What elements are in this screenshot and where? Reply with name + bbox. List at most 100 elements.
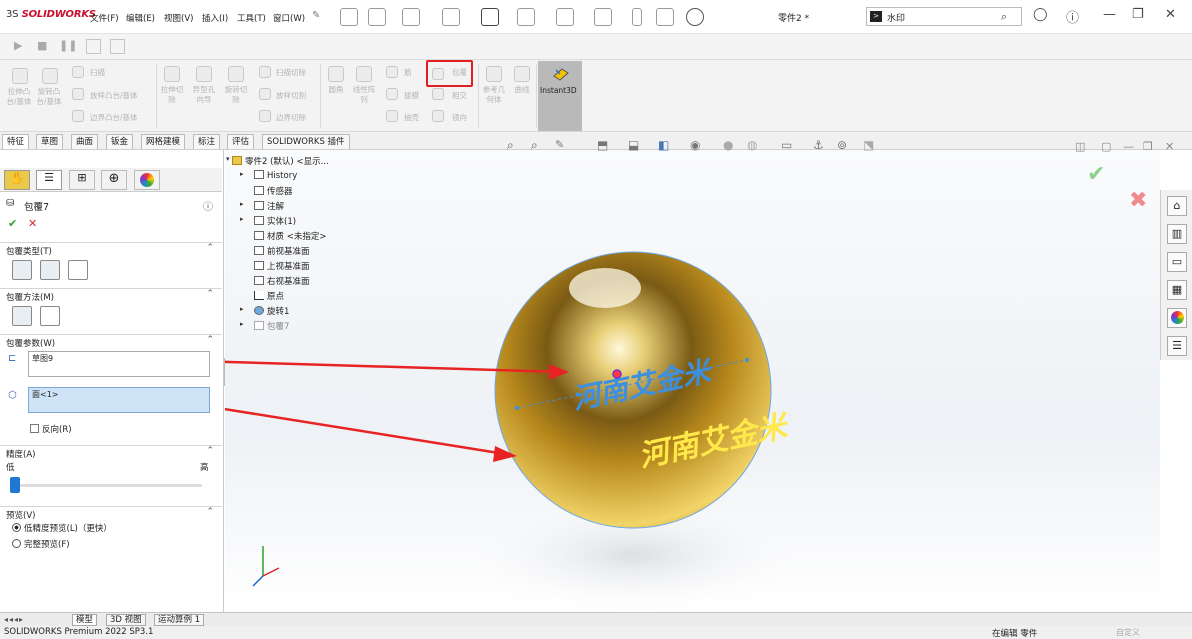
rib-icon[interactable]: [386, 66, 398, 78]
accuracy-header[interactable]: 精度(A) ⌃: [0, 445, 222, 460]
design-library-icon[interactable]: ▥: [1167, 224, 1187, 244]
undo-icon[interactable]: [517, 8, 535, 26]
mirror-label[interactable]: 镜向: [452, 113, 467, 123]
select-icon[interactable]: [594, 8, 612, 26]
shell-icon[interactable]: [386, 110, 398, 122]
mirror-icon[interactable]: [432, 110, 444, 122]
lofted-cut-icon[interactable]: [259, 88, 271, 100]
tab-model[interactable]: 模型: [72, 614, 98, 626]
minimize-icon[interactable]: —: [1103, 7, 1116, 22]
tab-evaluate[interactable]: 评估: [227, 134, 255, 149]
spline-surface-method-button[interactable]: [40, 306, 60, 326]
tree-item-annotations[interactable]: ▸ 注解: [240, 200, 284, 212]
swept-boss-icon[interactable]: [72, 66, 84, 78]
stop-icon[interactable]: ■: [37, 39, 47, 52]
boundary-cut-label[interactable]: 边界切除: [276, 113, 306, 123]
tree-item-sensors[interactable]: 传感器: [254, 185, 293, 197]
lofted-cut-label[interactable]: 放样切割: [276, 91, 306, 101]
source-sketch-field[interactable]: 草图9: [28, 351, 210, 377]
tab-scroll-arrows[interactable]: ◂◂◂▸: [4, 615, 24, 624]
draft-label[interactable]: 拔模: [404, 91, 419, 101]
swept-boss-label[interactable]: 扫描: [90, 68, 105, 78]
macro-edit-icon[interactable]: [86, 39, 101, 54]
tab-addins[interactable]: SOLIDWORKS 插件: [262, 134, 350, 149]
extruded-boss-icon[interactable]: [12, 68, 28, 84]
extruded-cut-icon[interactable]: [164, 66, 180, 82]
configuration-manager-icon[interactable]: ⊞: [69, 170, 95, 190]
solidworks-resources-icon[interactable]: ⌂: [1167, 196, 1187, 216]
tab-mesh-modeling[interactable]: 网格建模: [141, 134, 186, 149]
instant3d-button[interactable]: Instant3D: [538, 61, 582, 131]
play-icon[interactable]: ▶: [14, 39, 22, 52]
tree-item-history[interactable]: ▸ History: [240, 170, 297, 181]
menu-file[interactable]: 文件(F): [90, 12, 119, 24]
home-icon[interactable]: [340, 8, 358, 26]
rebuild-icon[interactable]: [632, 8, 642, 26]
tab-sheet-metal[interactable]: 钣金: [106, 134, 134, 149]
rib-label[interactable]: 筋: [404, 68, 412, 78]
ok-check-icon[interactable]: ✔: [8, 217, 17, 230]
tree-root[interactable]: ▾ 零件2 (默认) <显示...: [226, 155, 329, 167]
low-preview-radio[interactable]: [12, 523, 21, 532]
tree-item-wrap[interactable]: ▸ 包覆7: [240, 320, 289, 332]
preview-header[interactable]: 预览(V) ⌃: [0, 506, 222, 521]
menu-edit[interactable]: 编辑(E): [126, 12, 155, 24]
tree-item-origin[interactable]: 原点: [254, 290, 284, 302]
display-manager-icon[interactable]: [134, 170, 160, 190]
user-account-icon[interactable]: ◯: [1033, 7, 1048, 22]
target-face-field[interactable]: 面<1>: [28, 387, 210, 413]
linear-pattern-icon[interactable]: [356, 66, 372, 82]
cancel-x-icon[interactable]: ✕: [28, 217, 37, 230]
help-icon[interactable]: ⓘ: [203, 198, 213, 213]
search-icon[interactable]: ⌕: [1001, 10, 1007, 24]
curves-icon[interactable]: [514, 66, 530, 82]
help-icon[interactable]: ⓘ: [1066, 7, 1079, 26]
revolved-cut-icon[interactable]: [228, 66, 244, 82]
accuracy-slider-track[interactable]: [12, 484, 202, 487]
viewport-close-icon[interactable]: ✕: [1165, 140, 1174, 153]
hole-wizard-icon[interactable]: [196, 66, 212, 82]
tab-markup[interactable]: 标注: [193, 134, 221, 149]
feature-manager-icon[interactable]: ✋: [4, 170, 30, 190]
swept-cut-label[interactable]: 扫描切除: [276, 68, 306, 78]
reference-geometry-icon[interactable]: [486, 66, 502, 82]
fillet-icon[interactable]: [328, 66, 344, 82]
macro-new-icon[interactable]: [110, 39, 125, 54]
wrap-deboss-button[interactable]: [40, 260, 60, 280]
text-anchor-point[interactable]: [612, 369, 622, 379]
tab-surfaces[interactable]: 曲面: [71, 134, 99, 149]
wrap-emboss-button[interactable]: [12, 260, 32, 280]
tab-sketch[interactable]: 草图: [36, 134, 64, 149]
lofted-boss-label[interactable]: 放样凸台/基体: [90, 91, 138, 101]
restore-icon[interactable]: ❐: [1132, 7, 1144, 22]
draft-icon[interactable]: [386, 88, 398, 100]
tab-features[interactable]: 特征: [2, 134, 30, 149]
revolved-boss-icon[interactable]: [42, 68, 58, 84]
intersect-icon[interactable]: [432, 88, 444, 100]
reverse-checkbox[interactable]: [30, 424, 39, 433]
tree-item-top-plane[interactable]: 上视基准面: [254, 260, 310, 272]
boundary-boss-icon[interactable]: [72, 110, 84, 122]
tab-motion-study[interactable]: 运动算例 1: [154, 614, 205, 626]
tree-item-front-plane[interactable]: 前视基准面: [254, 245, 310, 257]
tree-item-solid-bodies[interactable]: ▸ 实体(1): [240, 215, 296, 227]
search-input[interactable]: 水印: [887, 11, 905, 24]
swept-cut-icon[interactable]: [259, 66, 271, 78]
lofted-boss-icon[interactable]: [72, 88, 84, 100]
tree-item-material[interactable]: 材质 <未指定>: [254, 230, 326, 242]
boundary-boss-label[interactable]: 边界凸台/基体: [90, 113, 138, 123]
file-properties-icon[interactable]: [656, 8, 674, 26]
command-search-box[interactable]: > 水印 ⌕: [866, 7, 1022, 26]
graphics-area[interactable]: ⌕ ⌕ ✎ ⬒ ⬓ ◧ ◉ ● ◍ ▭ ⚓ ⊚ ⬔ ◫ ▢ — ❐ ✕ ✔ ✖: [225, 138, 1174, 612]
wrap-method-header[interactable]: 包覆方法(M) ⌃: [0, 288, 222, 303]
intersect-label[interactable]: 相交: [452, 91, 467, 101]
print-icon[interactable]: [481, 8, 499, 26]
menu-view[interactable]: 视图(V): [164, 12, 193, 24]
pin-icon[interactable]: ✎: [312, 10, 320, 21]
menu-window[interactable]: 窗口(W): [273, 12, 305, 24]
file-explorer-icon[interactable]: ▭: [1167, 252, 1187, 272]
custom-properties-icon[interactable]: ☰: [1167, 336, 1187, 356]
close-icon[interactable]: ✕: [1165, 7, 1176, 22]
new-document-icon[interactable]: [368, 8, 386, 26]
shell-label[interactable]: 抽壳: [404, 113, 419, 123]
